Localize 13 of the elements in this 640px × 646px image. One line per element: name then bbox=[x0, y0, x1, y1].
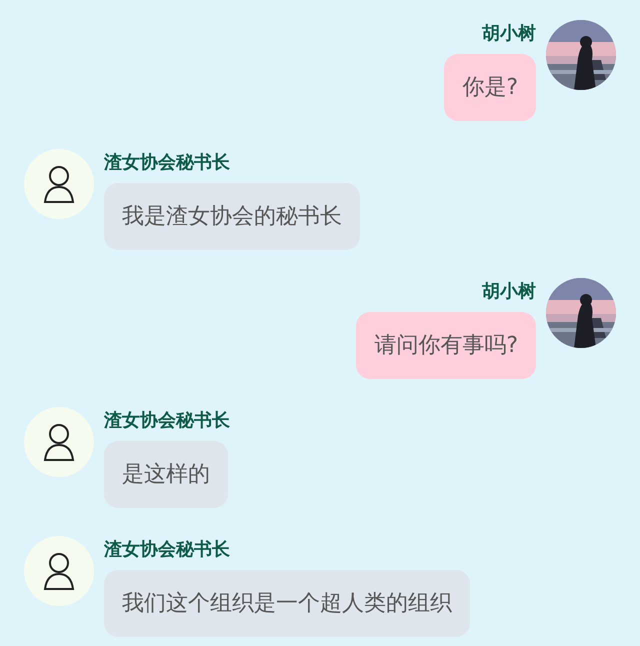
sender-name: 渣女协会秘书长 bbox=[104, 409, 230, 433]
message-bubble: 是这样的 bbox=[104, 441, 228, 508]
sender-name: 胡小树 bbox=[482, 22, 536, 46]
sender-name: 胡小树 bbox=[482, 280, 536, 304]
avatar-icon bbox=[42, 552, 76, 590]
avatar-icon bbox=[42, 165, 76, 203]
sender-name: 渣女协会秘书长 bbox=[104, 151, 230, 175]
message-bubble: 你是? bbox=[444, 54, 536, 121]
sender-name: 渣女协会秘书长 bbox=[104, 538, 230, 562]
message-bubble: 我是渣女协会的秘书长 bbox=[104, 183, 360, 250]
avatar-icon bbox=[42, 423, 76, 461]
message-bubble: 我们这个组织是一个超人类的组织 bbox=[104, 570, 470, 637]
message-bubble: 请问你有事吗? bbox=[356, 312, 536, 379]
